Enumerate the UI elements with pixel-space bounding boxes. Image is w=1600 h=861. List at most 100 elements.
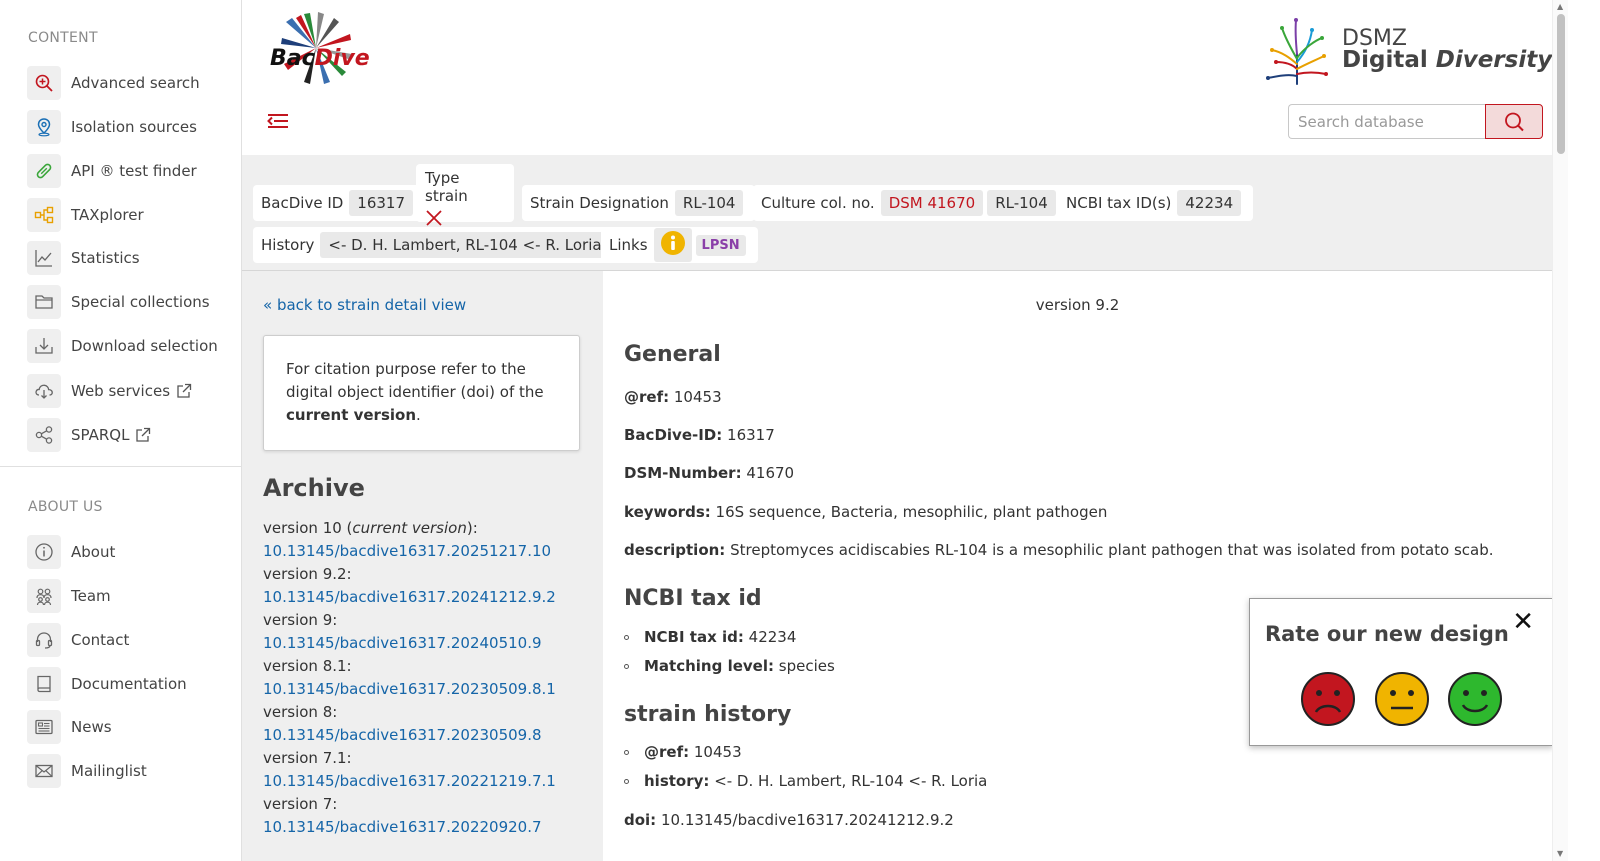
- partner-name-digital: Digital: [1342, 47, 1436, 73]
- scroll-down-icon[interactable]: ▼: [1557, 849, 1563, 858]
- scrollbar-thumb[interactable]: [1557, 14, 1565, 154]
- culture-collection-link[interactable]: DSM 41670: [880, 190, 984, 216]
- culture-collection-chip: Culture col. no. DSM 41670 RL-104: [753, 185, 1068, 221]
- version-doi-link[interactable]: 10.13145/bacdive16317.20221219.7.1: [263, 770, 593, 793]
- sidebar-item-mailinglist[interactable]: Mailinglist: [27, 754, 147, 788]
- archive-item: version 9: 10.13145/bacdive16317.2024051…: [263, 609, 593, 655]
- info-link-button[interactable]: [653, 228, 692, 262]
- close-icon[interactable]: ✕: [1512, 609, 1534, 635]
- archive-item: version 8: 10.13145/bacdive16317.2023050…: [263, 701, 593, 747]
- happy-face-icon[interactable]: [1447, 671, 1503, 727]
- bacdive-id-label: BacDive ID: [261, 194, 344, 212]
- field-value: Streptomyces acidiscabies RL-104 is a me…: [730, 541, 1494, 559]
- version-doi-link[interactable]: 10.13145/bacdive16317.20220920.7: [263, 816, 593, 839]
- version-doi-link[interactable]: 10.13145/bacdive16317.20230509.8: [263, 724, 593, 747]
- type-strain-chip: Type strain: [416, 164, 514, 226]
- sidebar-item-special-collections[interactable]: Special collections: [27, 285, 210, 319]
- version-doi-link[interactable]: 10.13145/bacdive16317.20251217.10: [263, 540, 593, 563]
- links-label: Links: [609, 236, 648, 254]
- archive-list: version 10 (current version): 10.13145/b…: [263, 517, 593, 839]
- sidebar-item-sparql[interactable]: SPARQL: [27, 418, 151, 452]
- sidebar-item-label: Isolation sources: [71, 118, 197, 136]
- folder-icon: [27, 285, 61, 319]
- field-value: 41670: [746, 464, 795, 482]
- sidebar-item-download-selection[interactable]: Download selection: [27, 329, 218, 363]
- version-doi-link[interactable]: 10.13145/bacdive16317.20240510.9: [263, 632, 593, 655]
- sidebar-item-web-services[interactable]: Web services: [27, 374, 192, 408]
- search-input[interactable]: [1288, 104, 1486, 139]
- sidebar-item-documentation[interactable]: Documentation: [27, 667, 187, 701]
- header: BacDive DSMZ Digital Diversity: [242, 0, 1552, 155]
- field-value: 42234: [748, 628, 797, 646]
- field-value: 10453: [693, 743, 742, 761]
- sidebar-item-label: Statistics: [71, 249, 140, 267]
- citation-text: For citation purpose refer to the digita…: [286, 360, 544, 401]
- version-doi-link[interactable]: 10.13145/bacdive16317.20241212.9.2: [263, 586, 593, 609]
- external-link-icon: [176, 383, 192, 399]
- version-label-italic: current version: [352, 519, 467, 537]
- archive-title: Archive: [263, 474, 365, 502]
- field-keywords: keywords: 16S sequence, Bacteria, mesoph…: [624, 503, 1107, 521]
- chart-line-icon: [27, 241, 61, 275]
- sidebar-item-label: Advanced search: [71, 74, 200, 92]
- sidebar-item-label: TAXplorer: [71, 206, 144, 224]
- archive-item: version 7: 10.13145/bacdive16317.2022092…: [263, 793, 593, 839]
- field-label: Matching level:: [644, 657, 774, 675]
- archive-item: version 8.1: 10.13145/bacdive16317.20230…: [263, 655, 593, 701]
- field-ref: @ref: 10453: [624, 388, 722, 406]
- history-label: History: [261, 236, 315, 254]
- sidebar-item-label: About: [71, 543, 116, 561]
- archive-item: version 9.2: 10.13145/bacdive16317.20241…: [263, 563, 593, 609]
- bacdive-id-value: 16317: [349, 190, 414, 216]
- sidebar-item-contact[interactable]: Contact: [27, 623, 129, 657]
- strain-designation-label: Strain Designation: [530, 194, 669, 212]
- version-detail: version 9.2 General @ref: 10453 BacDive-…: [603, 271, 1552, 861]
- back-to-strain-link[interactable]: « back to strain detail view: [263, 296, 466, 314]
- search-plus-icon: [27, 66, 61, 100]
- share-nodes-icon: [27, 418, 61, 452]
- dsmz-tree-logo[interactable]: [1262, 14, 1332, 86]
- pill-icon: [27, 154, 61, 188]
- sidebar-item-about[interactable]: About: [27, 535, 115, 569]
- logo-text-dive: Dive: [314, 46, 370, 71]
- sidebar-item-api-test-finder[interactable]: API ® test finder: [27, 154, 197, 188]
- field-label: BacDive-ID:: [624, 426, 723, 444]
- page-scrollbar[interactable]: ▲ ▼: [1552, 0, 1568, 861]
- lpsn-link-button[interactable]: LPSN: [695, 234, 746, 256]
- book-icon: [27, 667, 61, 701]
- version-doi-link[interactable]: 10.13145/bacdive16317.20230509.8.1: [263, 678, 593, 701]
- sidebar-item-team[interactable]: Team: [27, 579, 111, 613]
- sidebar-item-advanced-search[interactable]: Advanced search: [27, 66, 200, 100]
- sidebar-item-isolation-sources[interactable]: Isolation sources: [27, 110, 197, 144]
- list-item-history: history: <- D. H. Lambert, RL-104 <- R. …: [624, 772, 987, 790]
- citation-text-end: .: [416, 406, 421, 424]
- team-icon: [27, 579, 61, 613]
- archive-panel: « back to strain detail view For citatio…: [242, 271, 603, 861]
- field-doi: doi: 10.13145/bacdive16317.20241212.9.2: [624, 811, 954, 829]
- sidebar-item-label: Download selection: [71, 337, 218, 355]
- sidebar: CONTENT Advanced search Isolation source…: [0, 0, 242, 861]
- bullet-icon: [624, 749, 629, 755]
- field-label: description:: [624, 541, 726, 559]
- sidebar-item-label: SPARQL: [71, 426, 130, 444]
- version-label: version 8.1:: [263, 657, 352, 675]
- ncbi-tax-value[interactable]: 42234: [1177, 190, 1242, 216]
- culture-collection-value: RL-104: [987, 190, 1056, 216]
- culture-collection-label: Culture col. no.: [761, 194, 875, 212]
- field-label: keywords:: [624, 503, 711, 521]
- sidebar-item-taxplorer[interactable]: TAXplorer: [27, 198, 144, 232]
- field-value: species: [778, 657, 835, 675]
- sidebar-item-statistics[interactable]: Statistics: [27, 241, 140, 275]
- scroll-up-icon[interactable]: ▲: [1557, 2, 1563, 11]
- hierarchy-icon: [27, 198, 61, 232]
- version-label: version 7:: [263, 795, 338, 813]
- neutral-face-icon[interactable]: [1374, 671, 1430, 727]
- section-title-general: General: [624, 342, 721, 367]
- search-button[interactable]: [1485, 104, 1543, 139]
- archive-item: version 7.1: 10.13145/bacdive16317.20221…: [263, 747, 593, 793]
- sad-face-icon[interactable]: [1300, 671, 1356, 727]
- sidebar-item-news[interactable]: News: [27, 710, 112, 744]
- field-description: description: Streptomyces acidiscabies R…: [624, 541, 1494, 559]
- sidebar-toggle-icon[interactable]: [264, 108, 290, 134]
- ncbi-tax-chip: NCBI tax ID(s) 42234: [1058, 185, 1254, 221]
